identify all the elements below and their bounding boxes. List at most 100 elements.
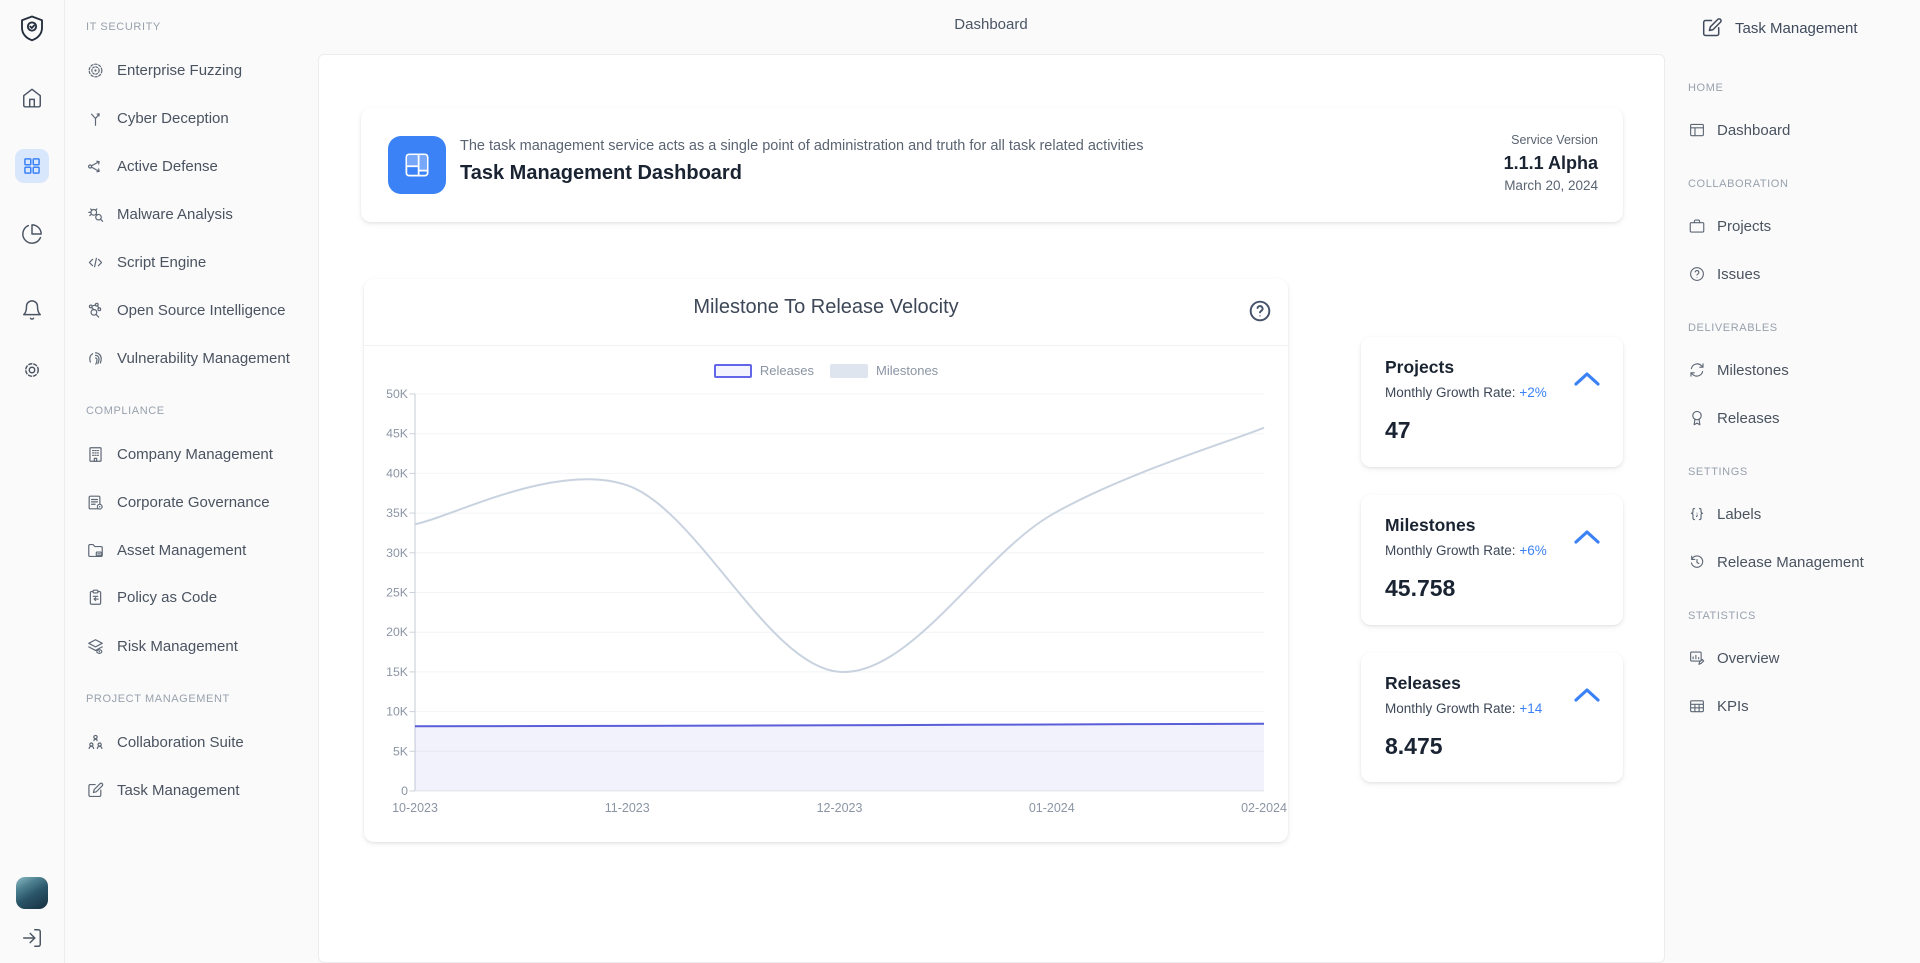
right-item-issues[interactable]: Issues bbox=[1688, 262, 1760, 286]
right-item-dashboard[interactable]: Dashboard bbox=[1688, 118, 1790, 142]
sidebar-item-script-engine[interactable]: Script Engine bbox=[86, 250, 206, 274]
grid-dashboard-icon[interactable] bbox=[15, 149, 49, 183]
sidebar-item-enterprise-fuzzing[interactable]: Enterprise Fuzzing bbox=[86, 58, 242, 82]
svg-text:15K: 15K bbox=[386, 665, 409, 679]
svg-text:20K: 20K bbox=[386, 625, 409, 639]
right-item-milestones[interactable]: Milestones bbox=[1688, 358, 1789, 382]
sidebar-item-malware-analysis[interactable]: Malware Analysis bbox=[86, 202, 233, 226]
sidebar-item-risk-management[interactable]: Risk Management bbox=[86, 634, 238, 658]
help-circle-icon bbox=[1688, 265, 1706, 283]
share-arrows-icon bbox=[86, 157, 105, 176]
stat-growth: Monthly Growth Rate: +14 bbox=[1385, 701, 1542, 716]
stat-value: 8.475 bbox=[1385, 733, 1443, 760]
sidebar-item-label: Script Engine bbox=[117, 254, 206, 271]
svg-text:02-2024: 02-2024 bbox=[1241, 801, 1287, 815]
report-icon bbox=[1688, 649, 1706, 667]
sidebar-item-active-defense[interactable]: Active Defense bbox=[86, 154, 218, 178]
sidebar-item-cyber-deception[interactable]: Cyber Deception bbox=[86, 106, 229, 130]
table-icon bbox=[1688, 697, 1706, 715]
sidebar-item-corporate-governance[interactable]: Corporate Governance bbox=[86, 490, 270, 514]
svg-text:40K: 40K bbox=[386, 466, 409, 480]
sidebar-item-label: Collaboration Suite bbox=[117, 734, 244, 751]
right-item-overview[interactable]: Overview bbox=[1688, 646, 1780, 670]
sidebar-item-label: Vulnerability Management bbox=[117, 350, 290, 367]
sidebar-item-label: Company Management bbox=[117, 446, 273, 463]
logout-icon[interactable] bbox=[21, 927, 43, 949]
home-icon[interactable] bbox=[21, 87, 43, 109]
app-switcher[interactable]: Task Management bbox=[1700, 16, 1858, 40]
svg-text:10-2023: 10-2023 bbox=[392, 801, 438, 815]
milestones-swatch bbox=[830, 364, 868, 378]
refresh-icon bbox=[1688, 361, 1706, 379]
sidebar-item-label: Cyber Deception bbox=[117, 110, 229, 127]
right-item-label: Milestones bbox=[1717, 362, 1789, 379]
org-chart-icon bbox=[86, 733, 105, 752]
right-item-projects[interactable]: Projects bbox=[1688, 214, 1771, 238]
code-icon bbox=[86, 253, 105, 272]
section-title-project-management: PROJECT MANAGEMENT bbox=[86, 693, 230, 705]
svg-text:45K: 45K bbox=[386, 427, 409, 441]
sidebar-item-label: Open Source Intelligence bbox=[117, 302, 285, 319]
sidebar-item-policy-as-code[interactable]: Policy as Code bbox=[86, 585, 217, 609]
document-gear-icon bbox=[86, 493, 105, 512]
stat-growth: Monthly Growth Rate: +6% bbox=[1385, 543, 1547, 558]
target-dashed-icon bbox=[86, 61, 105, 80]
layout-icon bbox=[1688, 121, 1706, 139]
svg-text:25K: 25K bbox=[386, 586, 409, 600]
edit-square-icon bbox=[1700, 16, 1724, 40]
shield-logo-icon bbox=[17, 14, 47, 44]
sidebar-item-label: Policy as Code bbox=[117, 589, 217, 606]
legend-item-releases[interactable]: Releases bbox=[714, 363, 814, 378]
svg-text:01-2024: 01-2024 bbox=[1029, 801, 1075, 815]
svg-text:11-2023: 11-2023 bbox=[605, 801, 650, 815]
gear-icon[interactable] bbox=[21, 359, 43, 381]
growth-label: Monthly Growth Rate: bbox=[1385, 543, 1516, 558]
version-label: Service Version bbox=[1504, 131, 1598, 150]
sidebar-item-task-management[interactable]: Task Management bbox=[86, 778, 240, 802]
stat-card-milestones: Milestones Monthly Growth Rate: +6% 45.7… bbox=[1361, 495, 1623, 625]
chevron-up-icon[interactable] bbox=[1573, 371, 1601, 387]
network-search-icon bbox=[86, 301, 105, 320]
app-label: Task Management bbox=[1735, 20, 1858, 37]
chevron-up-icon[interactable] bbox=[1573, 687, 1601, 703]
svg-text:30K: 30K bbox=[386, 546, 409, 560]
divider bbox=[364, 345, 1288, 346]
svg-text:12-2023: 12-2023 bbox=[817, 801, 863, 815]
dashboard-layout-icon bbox=[388, 136, 446, 194]
user-avatar[interactable] bbox=[16, 877, 48, 909]
right-item-label: Releases bbox=[1717, 410, 1780, 427]
svg-text:50K: 50K bbox=[386, 387, 409, 401]
svg-text:0: 0 bbox=[401, 784, 408, 798]
legend-label: Releases bbox=[760, 363, 814, 378]
right-item-kpis[interactable]: KPIs bbox=[1688, 694, 1749, 718]
bug-search-icon bbox=[86, 205, 105, 224]
section-title-home: HOME bbox=[1688, 82, 1723, 94]
stat-title: Releases bbox=[1385, 673, 1461, 694]
sidebar-item-open-source-intelligence[interactable]: Open Source Intelligence bbox=[86, 298, 285, 322]
folder-icon bbox=[86, 541, 105, 560]
sidebar-item-label: Corporate Governance bbox=[117, 494, 270, 511]
page-title: Dashboard bbox=[954, 16, 1027, 33]
section-title-settings: SETTINGS bbox=[1688, 466, 1748, 478]
right-item-release-management[interactable]: Release Management bbox=[1688, 550, 1864, 574]
sidebar-item-asset-management[interactable]: Asset Management bbox=[86, 538, 246, 562]
legend-item-milestones[interactable]: Milestones bbox=[830, 363, 938, 378]
chart-title: Milestone To Release Velocity bbox=[364, 296, 1288, 319]
sidebar-item-label: Enterprise Fuzzing bbox=[117, 62, 242, 79]
sidebar-item-collaboration-suite[interactable]: Collaboration Suite bbox=[86, 730, 244, 754]
sidebar-item-vulnerability-management[interactable]: Vulnerability Management bbox=[86, 346, 290, 370]
bell-icon[interactable] bbox=[21, 299, 43, 321]
right-item-labels[interactable]: Labels bbox=[1688, 502, 1761, 526]
stat-value: 45.758 bbox=[1385, 575, 1455, 602]
help-icon[interactable] bbox=[1247, 298, 1273, 324]
right-item-label: Release Management bbox=[1717, 554, 1864, 571]
sidebar-item-company-management[interactable]: Company Management bbox=[86, 442, 273, 466]
chevron-up-icon[interactable] bbox=[1573, 529, 1601, 545]
section-title-statistics: STATISTICS bbox=[1688, 610, 1756, 622]
right-item-releases[interactable]: Releases bbox=[1688, 406, 1780, 430]
svg-text:35K: 35K bbox=[386, 506, 409, 520]
sidebar-item-label: Active Defense bbox=[117, 158, 218, 175]
service-version-block: Service Version 1.1.1 Alpha March 20, 20… bbox=[1504, 131, 1598, 196]
releases-swatch bbox=[714, 364, 752, 378]
pie-chart-icon[interactable] bbox=[21, 223, 43, 245]
